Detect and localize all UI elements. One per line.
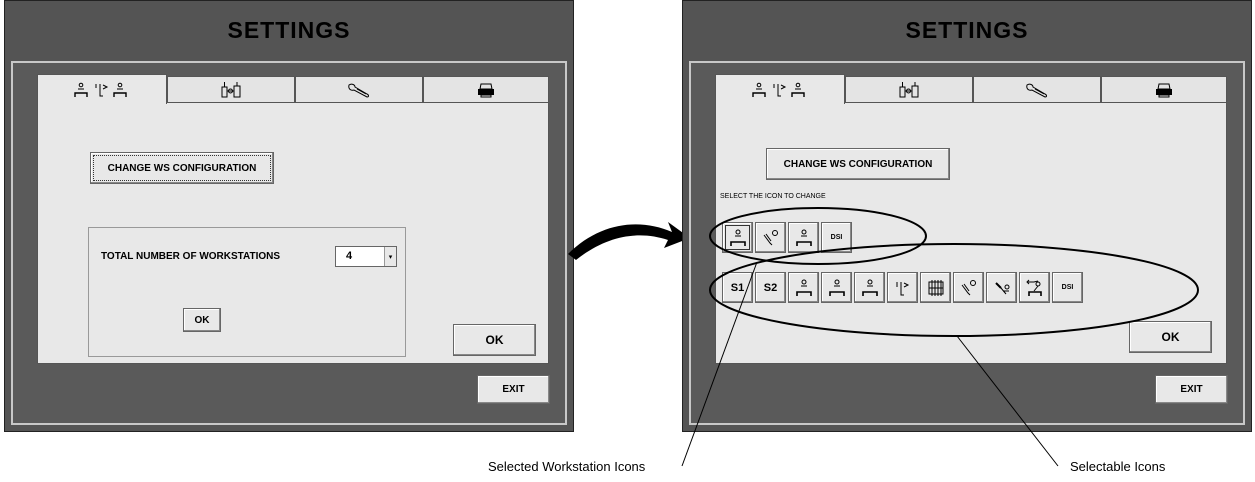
selected-callout-line <box>681 261 758 467</box>
selected-icons-ellipse <box>709 207 927 265</box>
selectable-icons-ellipse <box>709 243 1199 337</box>
workstation-layout-icon <box>74 82 127 97</box>
tab-workstation-layout[interactable] <box>715 74 845 104</box>
annotation-overlay <box>681 207 1199 467</box>
selectable-icons-caption: Selectable Icons <box>1070 459 1166 474</box>
selected-workstation-icons-caption: Selected Workstation Icons <box>488 459 646 474</box>
tab-workstation-layout[interactable] <box>37 74 167 104</box>
workstation-layout-icon <box>752 82 805 97</box>
selectable-callout-line <box>956 335 1059 467</box>
